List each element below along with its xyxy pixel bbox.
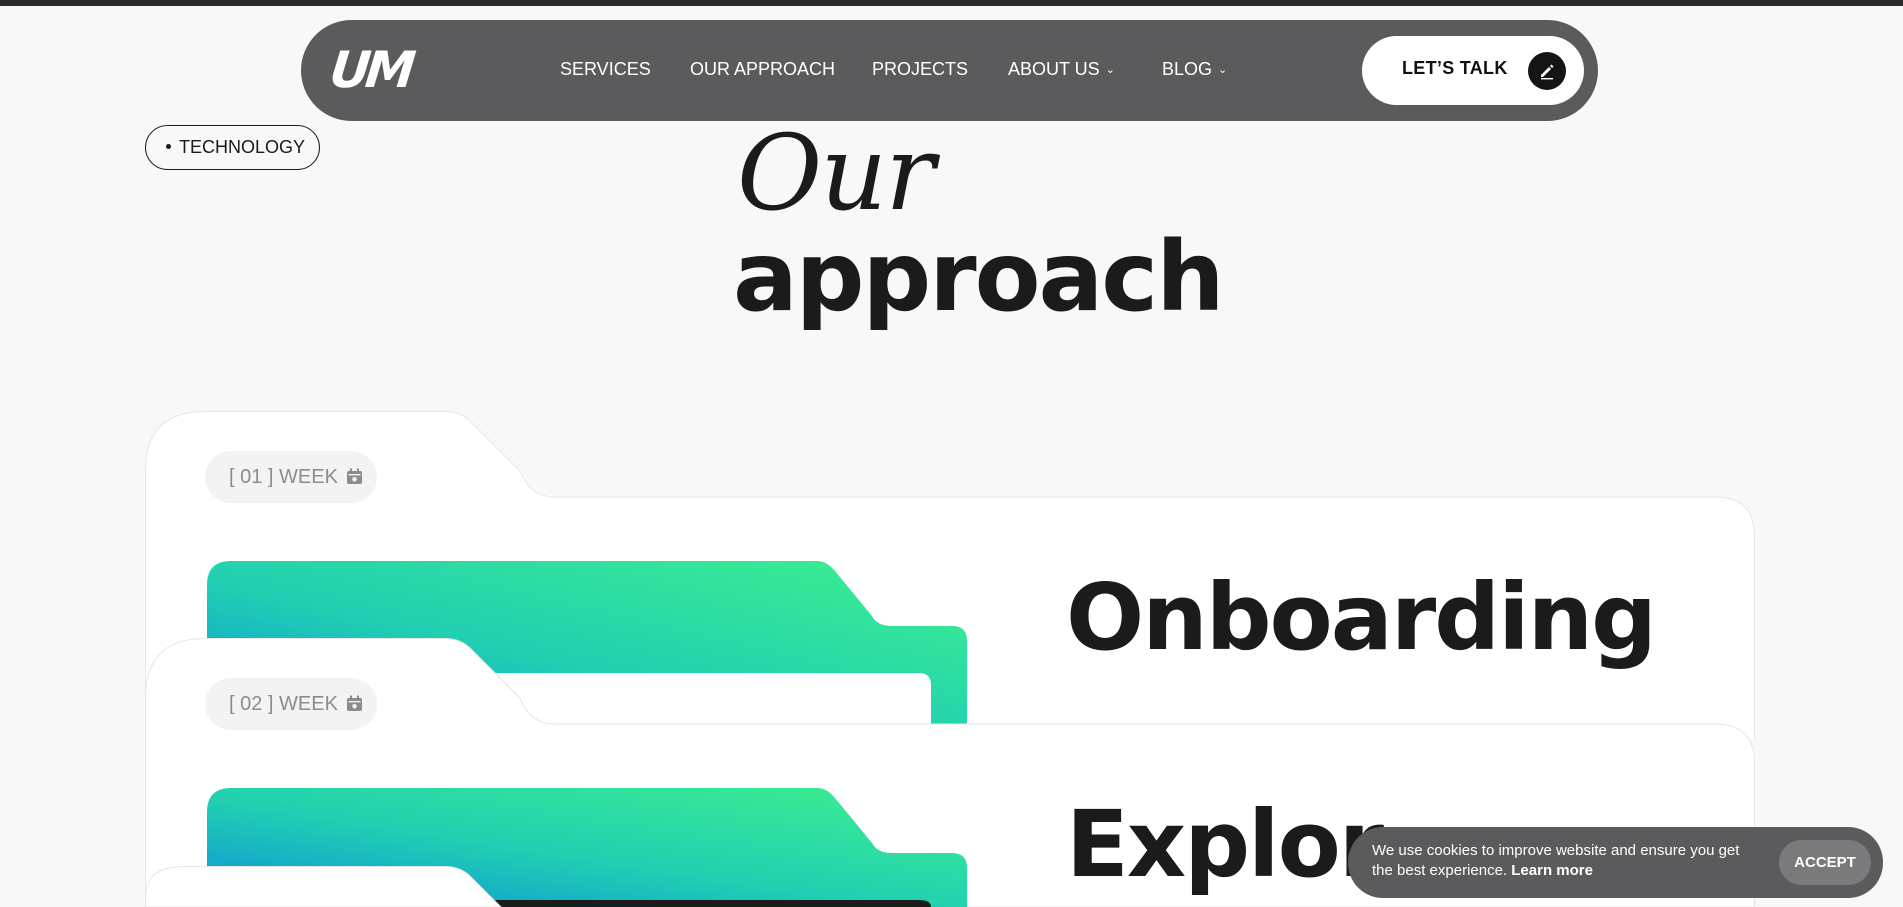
calendar-icon <box>346 453 363 505</box>
nav-item-label: OUR APPROACH <box>690 59 836 79</box>
cookie-banner: We use cookies to improve website and en… <box>1348 827 1883 898</box>
cookie-message: We use cookies to improve website and en… <box>1372 841 1762 881</box>
learn-more-link[interactable]: Learn more <box>1511 862 1593 879</box>
bullet-dot <box>166 144 171 149</box>
accept-cookies-button[interactable]: ACCEPT <box>1779 840 1871 885</box>
nav-item-blog[interactable]: BLOG ⌄ <box>1162 57 1227 81</box>
nav-item-services[interactable]: SERVICES <box>560 57 651 81</box>
lets-talk-label: LET’S TALK <box>1402 58 1508 78</box>
nav-item-our-approach[interactable]: OUR APPROACH <box>690 57 835 81</box>
nav-item-label: SERVICES <box>560 59 651 79</box>
tag-label: TECHNOLOGY <box>179 137 306 157</box>
nav-item-label: PROJECTS <box>872 59 969 79</box>
week-badge: [ 02 ] WEEK <box>205 678 377 730</box>
nav-item-projects[interactable]: PROJECTS <box>872 57 968 81</box>
nav-item-label: ABOUT US <box>1008 59 1100 79</box>
calendar-icon <box>346 680 363 732</box>
week-label: [ 01 ] WEEK <box>229 466 338 488</box>
heading-our: Our <box>737 112 935 234</box>
week-badge: [ 01 ] WEEK <box>205 451 377 503</box>
logo[interactable]: UM <box>327 40 433 100</box>
chevron-down-icon: ⌄ <box>1218 64 1228 76</box>
nav-item-about-us[interactable]: ABOUT US ⌄ <box>1008 57 1115 81</box>
nav-item-label: BLOG <box>1162 59 1213 79</box>
lets-talk-button[interactable]: LET’S TALK <box>1362 36 1584 105</box>
chevron-down-icon: ⌄ <box>1105 64 1115 76</box>
pencil-icon <box>1528 52 1566 90</box>
technology-tag: TECHNOLOGY <box>145 125 320 170</box>
week-label: [ 02 ] WEEK <box>229 693 338 715</box>
heading-approach: approach <box>733 221 1225 333</box>
top-border <box>0 0 1903 6</box>
